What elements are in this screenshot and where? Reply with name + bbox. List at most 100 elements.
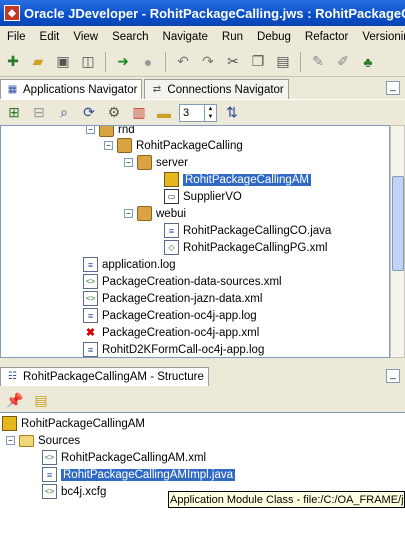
log-file-icon: ≡ <box>83 308 98 323</box>
run-icon[interactable]: ➜ <box>113 52 133 72</box>
level-spinner[interactable]: 3 ▲ ▼ <box>179 103 217 122</box>
xml-file-icon: <> <box>42 484 57 499</box>
remove-icon[interactable]: ⊟ <box>29 103 49 123</box>
minimize-button[interactable]: _ <box>386 369 400 383</box>
tab-applications-navigator[interactable]: ▦ Applications Navigator <box>0 79 143 99</box>
tree-row[interactable]: <> PackageCreation-data-sources.xml <box>83 273 282 290</box>
collapse-icon[interactable]: − <box>6 436 15 445</box>
scrollbar-thumb[interactable] <box>392 176 404 271</box>
menu-versioning[interactable]: Versioning <box>355 31 405 43</box>
collapse-icon[interactable]: − <box>124 158 133 167</box>
window-title: Oracle JDeveloper - RohitPackageCalling.… <box>24 5 405 21</box>
tree-row[interactable]: − Sources <box>6 432 80 449</box>
tree-row[interactable]: <> PackageCreation-jazn-data.xml <box>83 290 262 307</box>
pin-icon[interactable]: 📌 <box>5 390 25 410</box>
collapse-icon[interactable]: − <box>104 141 113 150</box>
tree-label-selected: RohitPackageCallingAMImpl.java <box>61 468 236 481</box>
folder-open-icon[interactable]: ▰ <box>28 52 48 72</box>
tree-row[interactable]: RohitPackageCallingAM <box>164 171 312 188</box>
tree-label: RohitPackageCallingAM.xml <box>61 451 207 464</box>
application-module-icon <box>164 172 179 187</box>
package-icon <box>117 138 132 153</box>
tree-row[interactable]: ≡ RohitD2KFormCall-oc4j-app.log <box>83 341 265 357</box>
sort-icon[interactable]: ⇅ <box>222 103 242 123</box>
spinner-arrows[interactable]: ▲ ▼ <box>204 104 216 121</box>
tree-label: RohitPackageCallingCO.java <box>183 224 332 237</box>
new-icon[interactable]: ✚ <box>3 52 23 72</box>
properties-icon[interactable]: ▤ <box>31 390 51 410</box>
tree-row[interactable]: RohitPackageCallingAM <box>2 415 145 432</box>
xml-file-icon: <> <box>83 291 98 306</box>
minimize-button[interactable]: _ <box>386 81 400 95</box>
tab-label: Connections Navigator <box>167 83 284 96</box>
search-icon[interactable]: ⌕ <box>54 103 74 123</box>
collapse-icon[interactable]: − <box>124 209 133 218</box>
menu-bar: File Edit View Search Navigate Run Debug… <box>0 26 405 47</box>
navigator-icon: ▦ <box>7 84 18 95</box>
navigator-toolbar: ⊞ ⊟ ⌕ ⟳ ⚙ ▥ ▬ 3 ▲ ▼ ⇅ <box>0 99 405 125</box>
applications-tree: − rnd − RohitPackageCalling − server Roh… <box>0 125 390 358</box>
tab-label: Applications Navigator <box>23 83 138 96</box>
tree-row[interactable]: ≡ RohitPackageCallingAMImpl.java <box>42 466 236 483</box>
vertical-scrollbar[interactable] <box>390 125 405 358</box>
add-icon[interactable]: ⊞ <box>4 103 24 123</box>
tree-label: PackageCreation-jazn-data.xml <box>102 292 263 305</box>
menu-edit[interactable]: Edit <box>33 31 67 43</box>
tree-row[interactable]: − RohitPackageCalling <box>104 137 243 154</box>
save-icon[interactable]: ▣ <box>53 52 73 72</box>
tab-structure[interactable]: ☷ RohitPackageCallingAM - Structure <box>0 366 209 386</box>
tab-label: RohitPackageCallingAM - Structure <box>23 370 204 383</box>
tree-label: RohitD2KFormCall-oc4j-app.log <box>102 343 265 356</box>
debug-icon[interactable]: ● <box>138 52 158 72</box>
copy-icon[interactable]: ❐ <box>248 52 268 72</box>
folder-icon <box>19 434 34 447</box>
tree-row[interactable]: − webui <box>124 205 186 222</box>
tree-row[interactable]: − server <box>124 154 188 171</box>
tree-row[interactable]: <> RohitPackageCallingAM.xml <box>42 449 206 466</box>
deployment-xml-icon: ✖ <box>85 327 96 339</box>
application-module-icon <box>2 416 17 431</box>
toolbar-divider <box>105 51 106 72</box>
undo-icon[interactable]: ↶ <box>173 52 193 72</box>
menu-run[interactable]: Run <box>215 31 250 43</box>
tree-row[interactable]: ✖ PackageCreation-oc4j-app.xml <box>83 324 259 341</box>
chart-icon[interactable]: ▥ <box>129 103 149 123</box>
menu-file[interactable]: File <box>0 31 33 43</box>
tree-row[interactable]: ▭ SupplierVO <box>164 188 242 205</box>
tree-label: application.log <box>102 258 176 271</box>
java-file-icon: ≡ <box>42 467 57 482</box>
tree-row[interactable]: ≡ application.log <box>83 256 176 273</box>
menu-navigate[interactable]: Navigate <box>156 31 215 43</box>
redo-icon[interactable]: ↷ <box>198 52 218 72</box>
tree-row[interactable]: ≡ RohitPackageCallingCO.java <box>164 222 331 239</box>
cut-icon[interactable]: ✂ <box>223 52 243 72</box>
level-value: 3 <box>183 106 190 119</box>
package-icon <box>137 155 152 170</box>
tooltip: Application Module Class - file:/C:/OA_F… <box>168 491 405 508</box>
tree-row[interactable]: <> bc4j.xcfg <box>42 483 106 500</box>
paste-icon[interactable]: ▤ <box>273 52 293 72</box>
menu-view[interactable]: View <box>66 31 105 43</box>
tab-connections-navigator[interactable]: ⇄ Connections Navigator <box>144 79 289 99</box>
tree-row[interactable]: ≡ PackageCreation-oc4j-app.log <box>83 307 257 324</box>
folder-icon[interactable]: ▬ <box>154 103 174 123</box>
tree-label: PackageCreation-oc4j-app.log <box>102 309 257 322</box>
tree-label: Sources <box>38 434 81 447</box>
structure-icon: ☷ <box>8 371 17 382</box>
collapse-icon[interactable]: − <box>86 126 95 134</box>
pencil-icon[interactable]: ✎ <box>308 52 328 72</box>
compile-icon[interactable]: ⚙ <box>104 103 124 123</box>
window-title-bar[interactable]: ◆ Oracle JDeveloper - RohitPackageCallin… <box>0 0 405 26</box>
navigator-tabs: ▦ Applications Navigator ⇄ Connections N… <box>0 78 405 99</box>
deploy-icon[interactable]: ♣ <box>358 52 378 72</box>
refresh-icon[interactable]: ⟳ <box>79 103 99 123</box>
tree-row[interactable]: ◇ RohitPackageCallingPG.xml <box>164 239 327 256</box>
save-all-icon[interactable]: ◫ <box>78 52 98 72</box>
menu-refactor[interactable]: Refactor <box>298 31 355 43</box>
page-xml-icon: ◇ <box>164 240 179 255</box>
menu-search[interactable]: Search <box>105 31 155 43</box>
java-file-icon: ≡ <box>164 223 179 238</box>
panel-splitter[interactable] <box>0 358 405 366</box>
menu-debug[interactable]: Debug <box>250 31 298 43</box>
tool-icon[interactable]: ✐ <box>333 52 353 72</box>
